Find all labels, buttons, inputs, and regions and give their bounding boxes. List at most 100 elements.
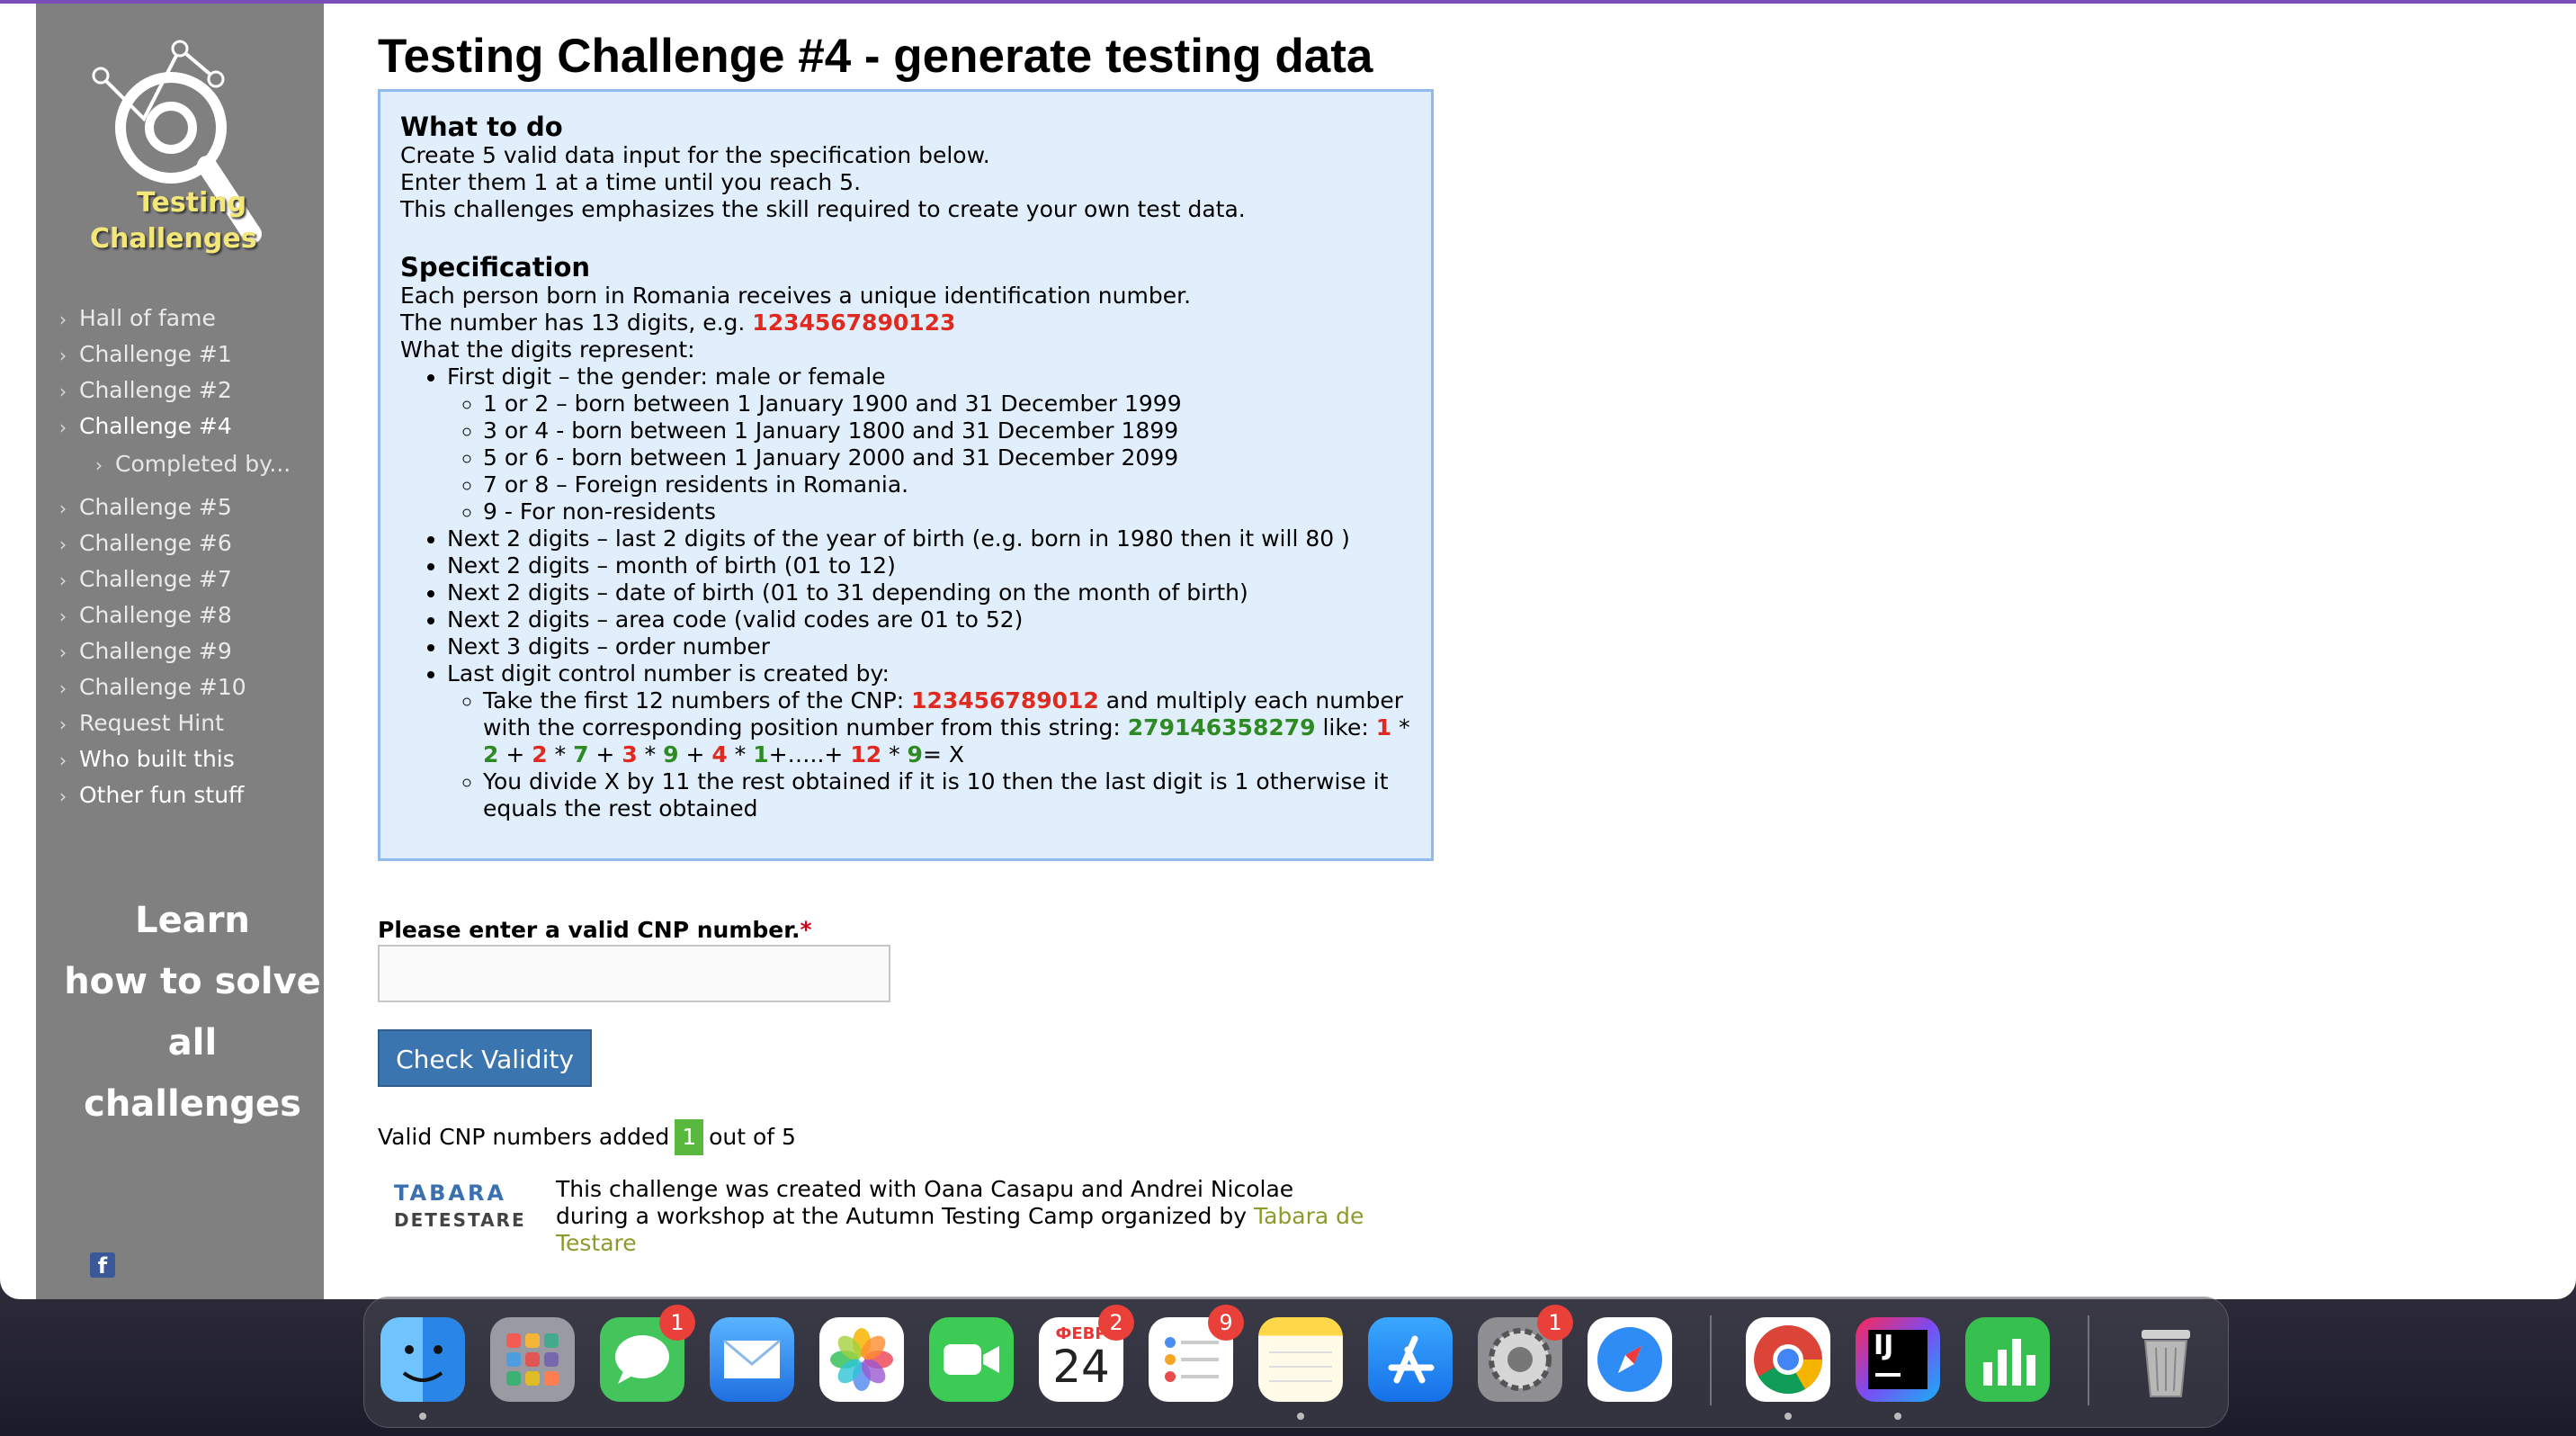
spec-example-line: The number has 13 digits, e.g. 123456789… — [400, 310, 1411, 337]
instructions-box: What to do Create 5 valid data input for… — [378, 89, 1434, 861]
sidebar-item-label: Challenge #9 — [79, 638, 232, 664]
formula-op: = X — [922, 741, 964, 767]
safari-icon[interactable] — [1588, 1317, 1672, 1402]
sidebar-item-label: Challenge #7 — [79, 566, 232, 592]
logo-text-line2: Challenges — [90, 223, 257, 255]
sidebar-item-challenge-2[interactable]: › Challenge #2 — [59, 372, 329, 408]
sidebar-item-label: Challenge #5 — [79, 494, 232, 520]
list-item: 1 or 2 – born between 1 January 1900 and… — [483, 390, 1411, 417]
formula-op: * — [881, 741, 908, 767]
list-item: 3 or 4 - born between 1 January 1800 and… — [483, 417, 1411, 444]
dock-separator — [1710, 1315, 1712, 1405]
reminders-icon[interactable]: 9 — [1149, 1305, 1244, 1402]
video-camera-icon — [944, 1344, 999, 1375]
key-string: 279146358279 — [1127, 714, 1316, 740]
sidebar-item-challenge-6[interactable]: › Challenge #6 — [59, 525, 329, 561]
intellij-underscore — [1875, 1373, 1901, 1377]
site-logo[interactable]: Testing Challenges — [81, 36, 342, 270]
tabara-logo-line2: DETESTARE — [394, 1209, 526, 1231]
sidebar-item-label: Who built this — [79, 746, 235, 772]
sidebar-item-challenge-8[interactable]: › Challenge #8 — [59, 597, 329, 633]
tabara-logo-line1: TABARA — [394, 1180, 507, 1206]
sidebar-item-challenge-1[interactable]: › Challenge #1 — [59, 337, 329, 372]
sidebar-item-challenge-10[interactable]: › Challenge #10 — [59, 669, 329, 705]
example-number: 1234567890123 — [752, 310, 956, 336]
launchpad-icon[interactable] — [490, 1317, 575, 1402]
what-to-do-line: Enter them 1 at a time until you reach 5… — [400, 169, 862, 195]
list-item: 9 - For non-residents — [483, 498, 1411, 525]
list-item: Next 2 digits – date of birth (01 to 31 … — [447, 579, 1411, 606]
trash-icon[interactable] — [2124, 1317, 2208, 1402]
spec-line: Each person born in Romania receives a u… — [400, 283, 1192, 309]
formula-digit: 1 — [1375, 714, 1392, 740]
formula-digit: 2 — [532, 741, 548, 767]
mail-icon[interactable] — [710, 1317, 794, 1402]
sidebar-item-request-hint[interactable]: › Request Hint — [59, 705, 329, 741]
sidebar-item-challenge-5[interactable]: › Challenge #5 — [59, 489, 329, 525]
chevron-right-icon: › — [95, 454, 103, 476]
learn-link[interactable]: Learn how to solve all challenges — [58, 890, 327, 1135]
settings-badge: 1 — [1537, 1305, 1573, 1341]
cnp-input[interactable] — [378, 945, 890, 1002]
sidebar-item-challenge-4[interactable]: › Challenge #4 — [59, 408, 329, 444]
chevron-right-icon: › — [59, 345, 67, 366]
photos-icon[interactable] — [819, 1317, 904, 1402]
sidebar-item-completed-by[interactable]: › Completed by... — [59, 444, 329, 489]
messages-icon[interactable]: 1 — [600, 1305, 695, 1402]
formula-op: * — [1391, 714, 1410, 740]
sidebar-item-challenge-7[interactable]: › Challenge #7 — [59, 561, 329, 597]
digit-list: First digit – the gender: male or female… — [400, 363, 1411, 822]
list-item: You divide X by 11 the rest obtained if … — [483, 768, 1411, 822]
cnp-example: 123456789012 — [911, 687, 1099, 714]
finder-face-icon — [402, 1345, 443, 1382]
formula-op: +…..+ — [768, 741, 851, 767]
formula-op: * — [547, 741, 574, 767]
reminders-badge: 9 — [1208, 1305, 1244, 1341]
launchpad-grid-icon — [506, 1333, 559, 1386]
tabara-logo[interactable]: TABARA DETESTARE — [394, 1180, 529, 1234]
control-list: Take the first 12 numbers of the CNP: 12… — [447, 687, 1411, 822]
what-to-do-line: This challenges emphasizes the skill req… — [400, 196, 1246, 222]
sidebar-item-hall-of-fame[interactable]: › Hall of fame — [59, 301, 329, 337]
intellij-idea-icon[interactable]: IJ — [1856, 1317, 1940, 1402]
learn-line-2: how to solve — [64, 961, 321, 1002]
learn-line-1: Learn — [135, 900, 250, 941]
gender-list: 1 or 2 – born between 1 January 1900 and… — [447, 390, 1411, 525]
sidebar-item-who-built-this[interactable]: › Who built this — [59, 741, 329, 777]
facebook-icon[interactable]: f — [90, 1252, 115, 1279]
sidebar-item-label: Challenge #2 — [79, 377, 232, 403]
formula-op: * — [637, 741, 664, 767]
chevron-right-icon: › — [59, 642, 67, 663]
finder-icon[interactable] — [380, 1317, 465, 1402]
specification-heading: Specification — [400, 252, 591, 283]
sidebar-item-label: Completed by... — [115, 451, 291, 477]
calendar-badge: 2 — [1098, 1305, 1134, 1341]
notes-lines-icon — [1269, 1351, 1332, 1382]
numbers-icon[interactable] — [1965, 1317, 2050, 1402]
sidebar-item-other-fun-stuff[interactable]: › Other fun stuff — [59, 777, 329, 813]
learn-line-3: all challenges — [84, 1022, 301, 1125]
what-to-do-heading: What to do — [400, 112, 563, 142]
page-title: Testing Challenge #4 - generate testing … — [378, 30, 1373, 83]
facetime-icon[interactable] — [929, 1317, 1014, 1402]
envelope-icon — [723, 1339, 781, 1378]
formula-key: 2 — [483, 741, 499, 767]
cnp-label-text: Please enter a valid CNP number. — [378, 917, 801, 943]
list-item: 5 or 6 - born between 1 January 2000 and… — [483, 444, 1411, 471]
chevron-right-icon: › — [59, 309, 67, 330]
spec-line: What the digits represent: — [400, 337, 695, 363]
list-item: Next 3 digits – order number — [447, 633, 1411, 660]
system-settings-icon[interactable]: 1 — [1478, 1305, 1573, 1402]
chevron-right-icon: › — [59, 714, 67, 735]
sidebar-item-challenge-9[interactable]: › Challenge #9 — [59, 633, 329, 669]
counter-prefix: Valid CNP numbers added — [378, 1124, 670, 1150]
cnp-field-label: Please enter a valid CNP number.* — [378, 917, 812, 943]
formula-digit: 3 — [622, 741, 638, 767]
notes-icon[interactable] — [1258, 1317, 1343, 1402]
formula-op: + — [498, 741, 532, 767]
app-store-icon[interactable] — [1368, 1317, 1453, 1402]
chrome-icon[interactable] — [1746, 1317, 1830, 1402]
list-item: Take the first 12 numbers of the CNP: 12… — [483, 687, 1411, 768]
check-validity-button[interactable]: Check Validity — [378, 1029, 592, 1087]
calendar-icon[interactable]: ФЕВР 24 2 — [1039, 1305, 1134, 1402]
